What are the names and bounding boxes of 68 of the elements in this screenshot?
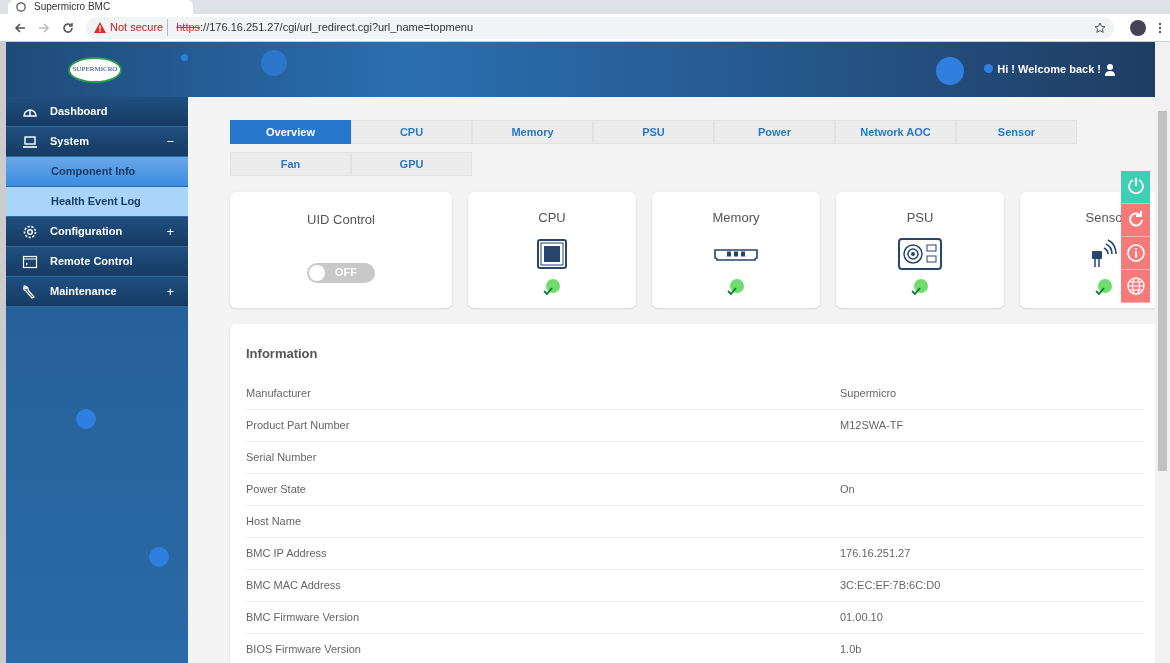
tab-title: Supermicro BMC (34, 1, 111, 13)
info-value: 176.16.251.27 (840, 545, 911, 561)
sidebar-subitem[interactable]: Component Info (6, 157, 188, 187)
profile-avatar[interactable] (1130, 19, 1146, 36)
scrollbar[interactable] (1155, 42, 1170, 663)
info-label: BMC Firmware Version (246, 609, 361, 625)
info-value: M12SWA-TF (840, 417, 904, 433)
power-icon (1125, 177, 1146, 197)
sidebar-subitem[interactable]: Health Event Log (6, 187, 188, 217)
card-title: PSU (906, 209, 934, 227)
info-label: Manufacturer (246, 385, 312, 401)
reload-icon[interactable] (62, 21, 74, 34)
info-label: BMC IP Address (246, 545, 328, 561)
card-title: Senso (1085, 209, 1123, 227)
info-value: 01.00.10 (840, 609, 883, 625)
expand-toggle[interactable]: + (166, 221, 174, 242)
globe-icon (16, 2, 26, 12)
expand-toggle[interactable]: − (166, 131, 174, 152)
info-label: BMC MAC Address (246, 577, 342, 593)
address-bar[interactable]: Not secure https://176.16.251.27/cgi/url_redirect.cgi?url_name=topmenu (86, 16, 1114, 39)
info-value: Supermicro (840, 385, 897, 401)
info-label: Serial Number (246, 449, 318, 465)
info-label: Power State (246, 481, 307, 497)
info-label: BIOS Firmware Version (246, 641, 362, 657)
sidebar-item[interactable]: Maintenance + (6, 277, 188, 307)
security-label: Not secure (110, 19, 169, 36)
sidebar-item[interactable]: Remote Control (6, 247, 188, 277)
quick-action-button[interactable] (1121, 237, 1150, 270)
tab[interactable]: Sensor (956, 120, 1077, 144)
quick-action-button[interactable] (1121, 204, 1150, 237)
laptop-icon (22, 133, 38, 150)
menu-icon[interactable] (1158, 21, 1162, 34)
info-value: 3C:EC:EF:7B:6C:D0 (840, 577, 941, 593)
terminal-icon (22, 253, 38, 270)
info-label: Host Name (246, 513, 303, 529)
url-text: https://176.16.251.27/cgi/url_redirect.cgi?url_name=topmenu (175, 20, 474, 36)
power-supply-icon (898, 237, 942, 270)
card-title: Memory (712, 209, 760, 227)
star-icon[interactable] (1094, 21, 1106, 34)
info-value: On (840, 481, 855, 497)
tab[interactable]: GPU (351, 152, 472, 176)
tab[interactable]: Power (714, 120, 835, 144)
welcome-text: Hi ! Welcome back ! (997, 62, 1101, 78)
warning-icon (94, 22, 106, 33)
sidebar-item[interactable]: Configuration + (6, 217, 188, 247)
card-title: CPU (538, 209, 566, 227)
tab[interactable]: PSU (593, 120, 714, 144)
sidebar-item[interactable]: System − (6, 127, 188, 157)
user-icon[interactable] (1105, 63, 1115, 76)
chip-icon (534, 237, 570, 270)
expand-toggle[interactable]: + (166, 281, 174, 302)
globe-icon (1125, 276, 1146, 296)
info-value: 1.0b (840, 641, 862, 657)
browser-tab[interactable]: Supermicro BMC (8, 0, 193, 14)
sensor-icon (1090, 238, 1118, 269)
tab[interactable]: Memory (472, 120, 593, 144)
tab[interactable]: CPU (351, 120, 472, 144)
tab[interactable]: Fan (230, 152, 351, 176)
card-title: UID Control (307, 211, 375, 229)
quick-action-button[interactable] (1121, 270, 1150, 303)
sidebar-item[interactable]: Dashboard (6, 97, 188, 127)
tab[interactable]: Overview (230, 120, 351, 144)
gear-icon (22, 223, 38, 240)
back-icon[interactable] (14, 21, 26, 34)
info-label: Product Part Number (246, 417, 351, 433)
tab[interactable]: Network AOC (835, 120, 956, 144)
info-icon (1125, 243, 1146, 263)
panel-title: Information (246, 345, 319, 363)
